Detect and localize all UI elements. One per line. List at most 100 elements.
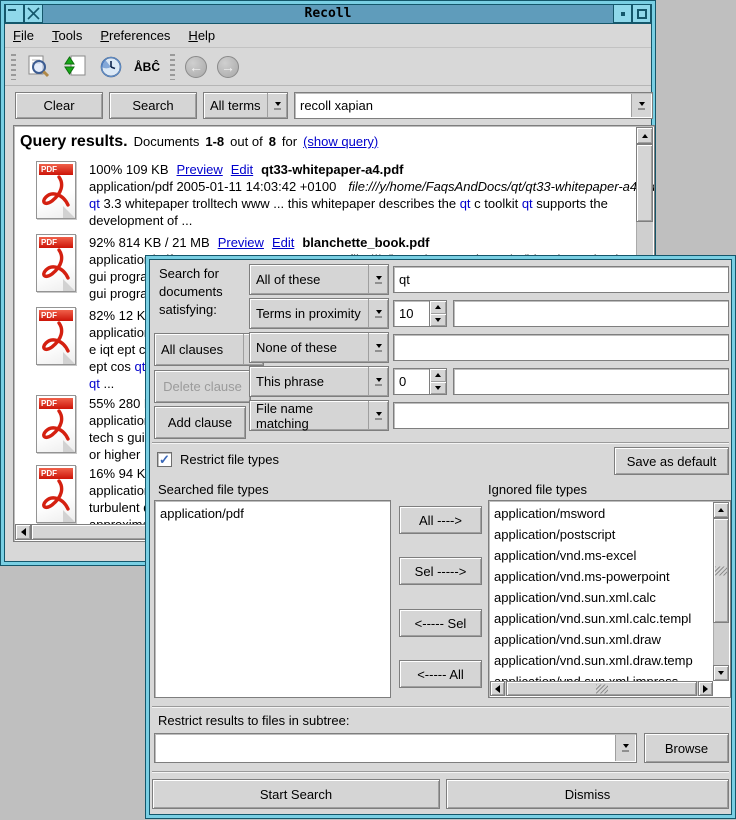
conjunction-combo[interactable]: All clauses [154, 333, 264, 366]
query-input[interactable]: recoll xapian [294, 92, 653, 119]
ignored-list-vscrollbar[interactable] [713, 502, 729, 681]
save-as-default-button[interactable]: Save as default [614, 447, 729, 475]
clause-input-1[interactable]: qt [393, 266, 729, 293]
title-bar[interactable]: Recoll [5, 5, 651, 24]
phrase-slack-spinner[interactable]: 0 [393, 368, 447, 395]
menu-help[interactable]: Help [188, 28, 215, 43]
clause-input-2[interactable] [453, 300, 729, 327]
move-all-left-button[interactable]: <----- All [399, 660, 482, 688]
combo-arrow-button[interactable] [615, 735, 635, 761]
arrow-left-icon [495, 685, 500, 693]
scroll-left-button[interactable] [15, 524, 31, 540]
search-button[interactable]: Search [109, 92, 197, 119]
ignored-list-hscrollbar[interactable] [490, 681, 713, 696]
clause-input-3[interactable] [393, 334, 729, 361]
clause-type-combo-3[interactable]: None of these [249, 332, 389, 363]
spin-up-button[interactable] [430, 301, 446, 314]
combo-arrow-button[interactable] [368, 367, 388, 396]
toolbar-handle[interactable] [11, 54, 16, 80]
add-clause-button[interactable]: Add clause [154, 406, 246, 439]
spin-down-button[interactable] [430, 382, 446, 395]
list-item[interactable]: application/vnd.ms-powerpoint [491, 566, 713, 587]
text-segment: development of ... [89, 213, 192, 228]
term-explorer-button[interactable]: ÅBĈ [134, 54, 160, 80]
clause-type-combo-5[interactable]: File name matching [249, 400, 389, 431]
hscroll-thumb[interactable] [506, 681, 697, 696]
list-item[interactable]: application/vnd.ms-excel [491, 545, 713, 566]
clause-input-4[interactable] [453, 368, 729, 395]
combo-arrow-button[interactable] [368, 333, 388, 362]
window-close-button[interactable] [24, 5, 43, 23]
clause-type-combo-2[interactable]: Terms in proximity [249, 298, 389, 329]
list-item[interactable]: application/postscript [491, 524, 713, 545]
clause-type-combo-1[interactable]: All of these [249, 264, 389, 295]
preview-link[interactable]: Preview [177, 162, 223, 177]
combo-arrow-button[interactable] [368, 299, 388, 328]
start-search-button[interactable]: Start Search [152, 779, 440, 809]
query-history-arrow-button[interactable] [631, 94, 651, 117]
window-menu-button[interactable] [5, 5, 24, 23]
window-iconify-button[interactable] [613, 5, 632, 23]
clause-type-combo-4[interactable]: This phrase [249, 366, 389, 397]
window-maximize-button[interactable] [632, 5, 651, 23]
thumb-grip-icon [715, 566, 727, 575]
back-button[interactable]: ← [185, 56, 207, 78]
combo-arrow-button[interactable] [368, 401, 388, 430]
delete-clause-button[interactable]: Delete clause [154, 370, 251, 403]
move-selected-left-button[interactable]: <----- Sel [399, 609, 482, 637]
sort-results-button[interactable] [62, 54, 88, 80]
proximity-spinner[interactable]: 10 [393, 300, 447, 327]
list-item[interactable]: application/vnd.sun.xml.impress [491, 671, 713, 681]
menu-preferences[interactable]: Preferences [100, 28, 170, 43]
edit-link[interactable]: Edit [272, 235, 294, 250]
combo-arrow-button[interactable] [267, 93, 287, 118]
menu-tools[interactable]: Tools [52, 28, 82, 43]
scroll-left-button[interactable] [490, 681, 505, 696]
list-item[interactable]: application/vnd.sun.xml.calc.templ [491, 608, 713, 629]
search-button-label: Search [132, 98, 173, 113]
preview-link[interactable]: Preview [218, 235, 264, 250]
list-item[interactable]: application/vnd.sun.xml.calc [491, 587, 713, 608]
move-all-right-button[interactable]: All ----> [399, 506, 482, 534]
result-filename: blanchette_book.pdf [302, 235, 429, 250]
list-item[interactable]: application/pdf [157, 503, 388, 524]
restrict-filetypes-checkbox[interactable]: ✓ [157, 452, 172, 467]
spin-down-button[interactable] [430, 314, 446, 327]
phrase-slack-value: 0 [394, 369, 429, 394]
scroll-up-button[interactable] [713, 502, 729, 518]
subtree-combo-input[interactable] [154, 733, 637, 763]
move-selected-right-button[interactable]: Sel -----> [399, 557, 482, 585]
menu-file[interactable]: File [13, 28, 34, 43]
searched-filetypes-list[interactable]: application/pdf [154, 500, 391, 698]
ignored-filetypes-list[interactable]: application/mswordapplication/postscript… [488, 500, 731, 698]
separator [152, 706, 729, 708]
preview-document-button[interactable] [26, 54, 52, 80]
scroll-down-button[interactable] [713, 665, 729, 681]
result-row[interactable]: PDF 100% 109 KBPreviewEditqt33-whitepape… [36, 161, 634, 229]
scroll-right-button[interactable] [698, 681, 713, 696]
show-query-link[interactable]: (show query) [303, 134, 378, 149]
browse-button[interactable]: Browse [644, 733, 729, 763]
search-mode-combo[interactable]: All terms [203, 92, 288, 119]
scroll-up-button[interactable] [636, 127, 653, 144]
clear-button[interactable]: Clear [15, 92, 103, 119]
sort-by-date-button[interactable] [98, 54, 124, 80]
search-mode-value: All terms [204, 93, 267, 118]
forward-button[interactable]: → [217, 56, 239, 78]
menu-dash-icon [8, 9, 16, 11]
list-item[interactable]: application/msword [491, 503, 713, 524]
edit-link[interactable]: Edit [231, 162, 253, 177]
separator [152, 442, 729, 444]
list-item[interactable]: application/vnd.sun.xml.draw [491, 629, 713, 650]
combo-dash-icon [375, 316, 382, 318]
separator [152, 771, 729, 773]
arrow-up-icon [642, 134, 648, 138]
result-abstract: qt 3.3 whitepaper trolltech www ... this… [89, 195, 634, 229]
clause-input-5[interactable] [393, 402, 729, 429]
combo-arrow-button[interactable] [368, 265, 388, 294]
vscroll-thumb[interactable] [636, 144, 653, 222]
vscroll-thumb[interactable] [713, 518, 729, 623]
spin-up-button[interactable] [430, 369, 446, 382]
dismiss-button[interactable]: Dismiss [446, 779, 729, 809]
list-item[interactable]: application/vnd.sun.xml.draw.temp [491, 650, 713, 671]
